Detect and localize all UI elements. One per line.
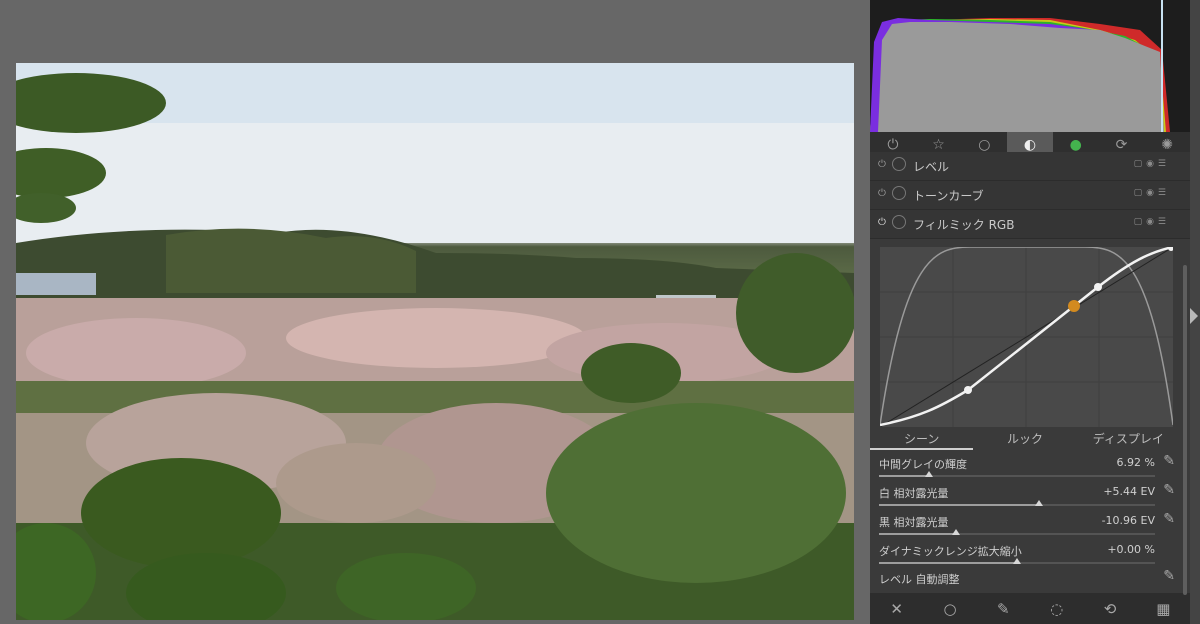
power-icon[interactable]: ⏻ [878, 188, 886, 199]
parametric-mask-icon[interactable]: ◌ [1030, 593, 1083, 624]
slider-knob[interactable] [1035, 500, 1044, 506]
center-view [0, 0, 870, 624]
slider-knob[interactable] [924, 471, 933, 477]
slider-knob[interactable] [1013, 558, 1021, 564]
power-icon[interactable]: ⏻ [878, 217, 886, 228]
picker-icon[interactable]: ✎ [1163, 482, 1175, 498]
histogram[interactable] [870, 0, 1190, 132]
picker-icon[interactable]: ✎ [1163, 511, 1175, 527]
mask-off-icon[interactable]: ○ [923, 593, 976, 624]
drawn-mask-icon[interactable]: ✎ [977, 593, 1030, 624]
module-tone-curve[interactable]: ⏻ トーンカーブ ▢◉☰ [870, 181, 1190, 210]
module-actions[interactable]: ▢◉☰ [1134, 188, 1170, 198]
slider-track[interactable] [879, 504, 1155, 506]
slider-track[interactable] [879, 533, 1155, 535]
photo-preview[interactable] [16, 63, 854, 620]
filmic-tabs: シーン ルック ディスプレイ [870, 428, 1180, 450]
param-label: ダイナミックレンジ拡大縮小 [879, 545, 1022, 558]
slider-knob[interactable] [952, 529, 961, 535]
auto-level-label: レベル 自動調整 [879, 573, 960, 586]
param-value[interactable]: 6.92 % [1117, 456, 1155, 469]
module-title: レベル [913, 160, 950, 174]
picker-icon[interactable]: ✎ [1163, 568, 1175, 584]
module-actions[interactable]: ▢◉☰ [1134, 159, 1170, 169]
param-white-exposure[interactable]: 白 相対露光量 +5.44 EV ✎ [879, 481, 1175, 511]
param-label: 白 相対露光量 [879, 487, 949, 500]
power-icon[interactable]: ⏻ [878, 159, 886, 170]
param-middle-grey[interactable]: 中間グレイの輝度 6.92 % ✎ [879, 452, 1175, 482]
combined-mask-icon[interactable]: ⟲ [1083, 593, 1136, 624]
module-levels[interactable]: ⏻ レベル ▢◉☰ [870, 152, 1190, 181]
curve-plot [879, 245, 1174, 428]
expand-panel-arrow-icon[interactable] [1190, 308, 1198, 324]
param-dynamic-range[interactable]: ダイナミックレンジ拡大縮小 +0.00 % [879, 539, 1175, 569]
module-actions[interactable]: ▢◉☰ [1134, 217, 1170, 227]
param-value[interactable]: +5.44 EV [1103, 485, 1155, 498]
param-value[interactable]: -10.96 EV [1102, 514, 1155, 527]
module-filmic-rgb[interactable]: ⏻ フィルミック RGB ▢◉☰ [870, 210, 1190, 239]
filmic-curve-graph[interactable] [879, 245, 1174, 428]
module-title: フィルミック RGB [913, 218, 1015, 232]
module-icon [892, 157, 906, 171]
raster-mask-icon[interactable]: ▦ [1137, 593, 1190, 624]
param-label: 中間グレイの輝度 [879, 458, 967, 471]
slider-track[interactable] [879, 475, 1155, 477]
param-value[interactable]: +0.00 % [1107, 543, 1155, 556]
module-icon [892, 186, 906, 200]
tab-look[interactable]: ルック [973, 428, 1076, 450]
mask-bar: ✕ ○ ✎ ◌ ⟲ ▦ [870, 593, 1190, 624]
module-title: トーンカーブ [913, 189, 984, 203]
param-black-exposure[interactable]: 黒 相対露光量 -10.96 EV ✎ [879, 510, 1175, 540]
panel-scrollbar[interactable] [1183, 265, 1187, 595]
landscape-image [16, 63, 854, 620]
histogram-plot [870, 0, 1170, 132]
reset-icon[interactable]: ✕ [870, 593, 923, 624]
module-icon [892, 215, 906, 229]
picker-icon[interactable]: ✎ [1163, 453, 1175, 469]
param-label: 黒 相対露光量 [879, 516, 949, 529]
tab-scene[interactable]: シーン [870, 428, 974, 450]
tab-display[interactable]: ディスプレイ [1077, 428, 1180, 450]
